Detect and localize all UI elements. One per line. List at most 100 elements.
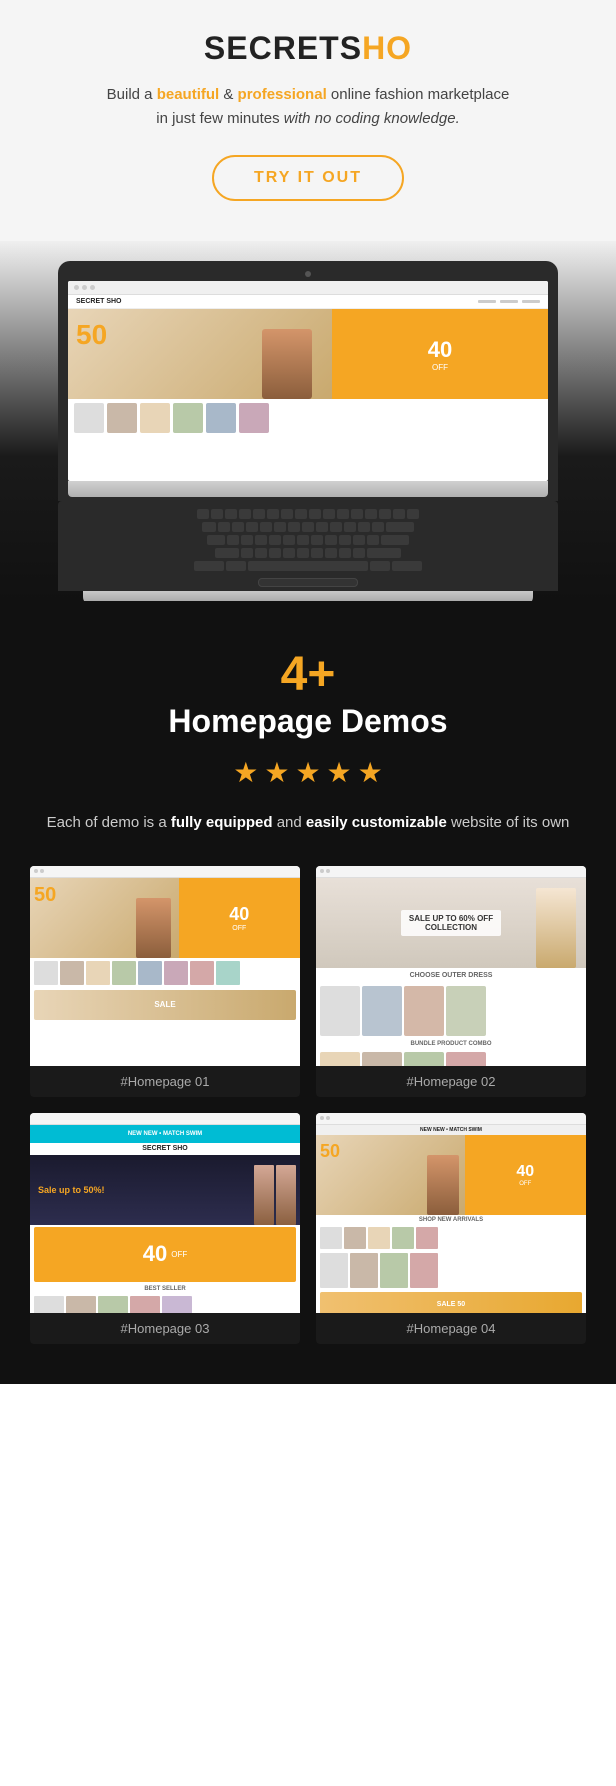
demo-thumb-content-2: SALE UP TO 60% OFFCOLLECTION CHOOSE OUTE… xyxy=(316,866,586,1066)
key xyxy=(202,522,216,532)
fake-product-5 xyxy=(206,403,236,433)
key xyxy=(226,561,246,571)
key xyxy=(281,509,293,519)
d1-product-5 xyxy=(138,961,162,985)
d1-product-4 xyxy=(112,961,136,985)
d3-person-1 xyxy=(254,1165,274,1225)
fake-site-logo: SECRET SHO xyxy=(76,298,122,305)
key xyxy=(253,509,265,519)
key xyxy=(353,548,365,558)
d2-bundle-products xyxy=(316,1049,586,1066)
tagline-mid: online fashion marketplace xyxy=(327,86,510,103)
key xyxy=(269,548,281,558)
key xyxy=(393,509,405,519)
laptop-base xyxy=(83,591,533,601)
fake-nav-3 xyxy=(522,300,540,303)
star-5: ★ xyxy=(358,756,383,790)
d3-prod-3 xyxy=(98,1296,128,1313)
key xyxy=(367,548,401,558)
d1-product-6 xyxy=(164,961,188,985)
d4-product-3 xyxy=(368,1227,390,1249)
try-it-out-button[interactable]: TRY IT OUT xyxy=(212,155,404,201)
key xyxy=(241,535,253,545)
demo-item-2[interactable]: SALE UP TO 60% OFFCOLLECTION CHOOSE OUTE… xyxy=(316,866,586,1097)
laptop-bottom xyxy=(68,481,548,497)
browser-dot-1 xyxy=(74,285,79,290)
key xyxy=(339,548,351,558)
key xyxy=(309,509,321,519)
d4-sale-text: SALE 50 xyxy=(437,1301,465,1308)
d4-product-2 xyxy=(344,1227,366,1249)
desc-mid: and xyxy=(273,814,306,831)
d2-bundle-prod-2 xyxy=(362,1052,402,1066)
key xyxy=(325,548,337,558)
tagline: Build a beautiful & professional online … xyxy=(20,83,596,131)
demo-thumb-content-4: NEW NEW • MATCH SWIM 50 40 OFF SHOP NEW … xyxy=(316,1113,586,1313)
d3-section-title: BEST SELLER xyxy=(30,1284,300,1294)
key xyxy=(379,509,391,519)
d1-people xyxy=(136,898,171,958)
demo-thumb-content-1: 50 40 OFF xyxy=(30,866,300,1066)
d3-prod-2 xyxy=(66,1296,96,1313)
key xyxy=(255,548,267,558)
d2-bundle-prod-1 xyxy=(320,1052,360,1066)
d3-prod-1 xyxy=(34,1296,64,1313)
d4-product-4 xyxy=(392,1227,414,1249)
star-2: ★ xyxy=(264,756,289,790)
desc-prefix: Each of demo is a xyxy=(47,814,171,831)
tagline-beautiful: beautiful xyxy=(157,86,220,103)
key xyxy=(207,535,225,545)
key xyxy=(197,509,209,519)
desc-fully-equipped: fully equipped xyxy=(171,814,273,831)
d1-sale-text: SALE xyxy=(154,1000,175,1009)
key xyxy=(337,509,349,519)
d4-bp-4 xyxy=(410,1253,438,1288)
star-1: ★ xyxy=(233,756,258,790)
key xyxy=(358,522,370,532)
d1-dot-2 xyxy=(40,869,44,873)
fake-hero-left: 50 xyxy=(68,309,332,399)
key xyxy=(246,522,258,532)
fake-site-header: SECRET SHO xyxy=(68,295,548,309)
demo-item-4[interactable]: NEW NEW • MATCH SWIM 50 40 OFF SHOP NEW … xyxy=(316,1113,586,1344)
desc-easily-customizable: easily customizable xyxy=(306,814,447,831)
demo-item-1[interactable]: 50 40 OFF xyxy=(30,866,300,1097)
demos-grid: 50 40 OFF xyxy=(20,866,596,1344)
d4-new-arrivals-title: SHOP NEW ARRIVALS xyxy=(316,1215,586,1225)
d2-prod-3 xyxy=(404,986,444,1036)
fake-product-4 xyxy=(173,403,203,433)
d4-bp-1 xyxy=(320,1253,348,1288)
demo-thumbnail-1: 50 40 OFF xyxy=(30,866,300,1066)
key xyxy=(330,522,342,532)
fake-product-2 xyxy=(107,403,137,433)
fake-product-1 xyxy=(74,403,104,433)
d1-hero-right: 40 OFF xyxy=(179,878,301,958)
fake-hero: 50 40 OFF xyxy=(68,309,548,399)
browser-dot-3 xyxy=(90,285,95,290)
d4-hero: 50 40 OFF xyxy=(316,1135,586,1215)
d3-products xyxy=(30,1294,300,1313)
d4-dot-2 xyxy=(326,1116,330,1120)
laptop-wrapper: SECRET SHO 50 40 xyxy=(0,261,616,601)
d2-person xyxy=(536,888,576,968)
demo-label-1: #Homepage 01 xyxy=(30,1066,300,1097)
laptop-screen-outer: SECRET SHO 50 40 xyxy=(58,261,558,501)
key xyxy=(260,522,272,532)
stars-container: ★ ★ ★ ★ ★ xyxy=(20,756,596,790)
key xyxy=(311,548,323,558)
key xyxy=(232,522,244,532)
browser-dot-2 xyxy=(82,285,87,290)
d2-bundle-title: BUNDLE PRODUCT COMBO xyxy=(316,1039,586,1049)
demo-item-3[interactable]: NEW NEW • MATCH SWIM SECRET SHO Sale up … xyxy=(30,1113,300,1344)
tagline-prefix: Build a xyxy=(107,86,157,103)
header-section: SECRETSHO Build a beautiful & profession… xyxy=(0,0,616,241)
demo-label-2: #Homepage 02 xyxy=(316,1066,586,1097)
demos-count: 4+ xyxy=(20,651,596,699)
key xyxy=(353,535,365,545)
d1-off: OFF xyxy=(232,925,246,932)
fake-nav-1 xyxy=(478,300,496,303)
key-row-1 xyxy=(197,509,419,519)
d2-prod-4 xyxy=(446,986,486,1036)
key xyxy=(316,522,328,532)
star-4: ★ xyxy=(327,756,352,790)
